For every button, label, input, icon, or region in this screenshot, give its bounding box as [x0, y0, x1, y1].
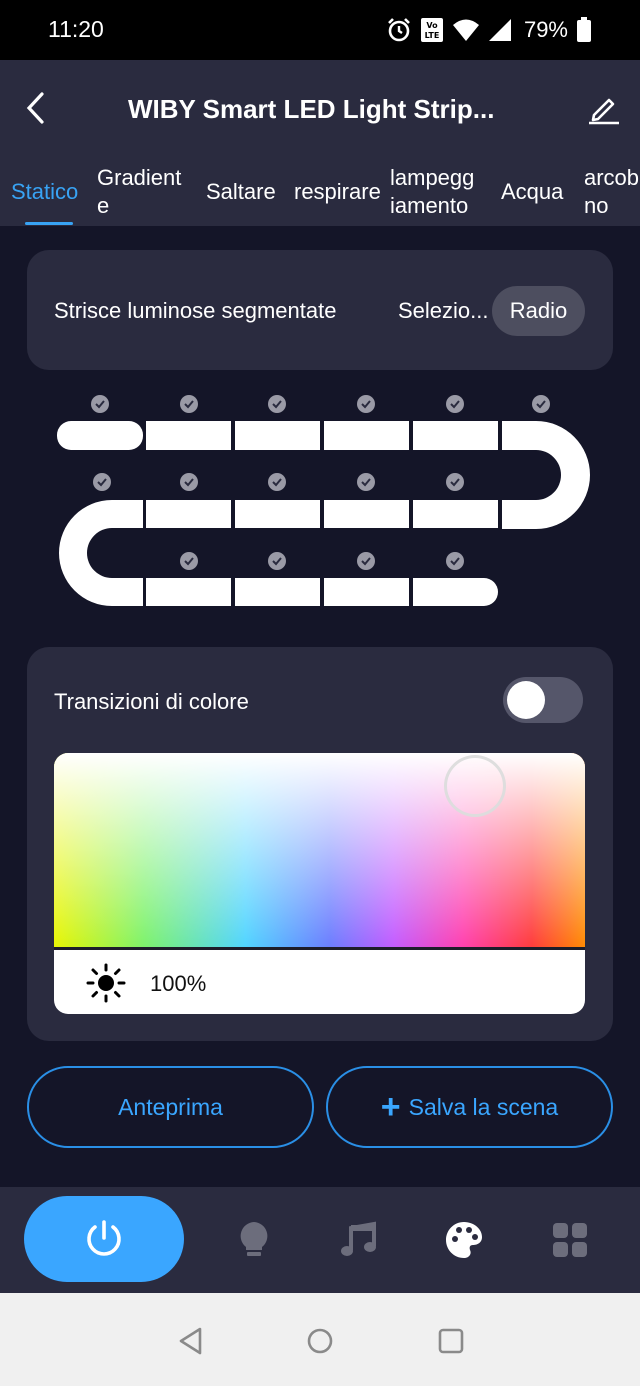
- app-header: WIBY Smart LED Light Strip...: [0, 60, 640, 156]
- color-card: Transizioni di colore 100%: [27, 647, 613, 1041]
- radio-button[interactable]: Radio: [492, 286, 585, 336]
- brightness-value[interactable]: 100%: [150, 971, 206, 997]
- color-picker-cursor[interactable]: [444, 755, 506, 817]
- power-icon: [87, 1220, 121, 1256]
- check-icon: [180, 552, 198, 570]
- edit-button[interactable]: [584, 88, 624, 128]
- check-icon: [93, 473, 111, 491]
- strip-segment[interactable]: [146, 578, 231, 606]
- status-icons: Vo LTE 79%: [386, 16, 592, 44]
- color-transitions-label: Transizioni di colore: [54, 689, 249, 714]
- strip-segment[interactable]: [235, 578, 320, 606]
- tab-statico[interactable]: Statico: [11, 178, 78, 206]
- strip-segment[interactable]: [146, 421, 231, 450]
- svg-text:LTE: LTE: [425, 31, 440, 40]
- check-icon: [180, 395, 198, 413]
- check-icon: [446, 395, 464, 413]
- check-icon: [180, 473, 198, 491]
- tab-gradiente[interactable]: Gradient e: [97, 164, 181, 220]
- strip-segment[interactable]: [57, 421, 143, 450]
- strip-segment[interactable]: [235, 500, 320, 528]
- strip-segment[interactable]: [413, 500, 498, 528]
- strip-curve-left: [59, 500, 143, 606]
- effect-tabs: Statico Gradient e Saltare respirare lam…: [0, 156, 640, 226]
- tab-saltare[interactable]: Saltare: [206, 178, 276, 206]
- strip-segment[interactable]: [324, 578, 409, 606]
- nav-grid[interactable]: [550, 1220, 590, 1260]
- check-icon: [268, 473, 286, 491]
- check-icon: [268, 395, 286, 413]
- signal-icon: [488, 19, 511, 41]
- strip-segment[interactable]: [324, 500, 409, 528]
- back-button[interactable]: [20, 88, 52, 128]
- tab-acqua[interactable]: Acqua: [501, 178, 563, 206]
- power-button[interactable]: [24, 1196, 184, 1282]
- nav-palette[interactable]: [444, 1220, 484, 1260]
- check-icon: [357, 552, 375, 570]
- alarm-icon: [388, 18, 410, 42]
- recents-square-icon[interactable]: [436, 1326, 466, 1356]
- tab-arcobaleno[interactable]: arcob no: [584, 164, 639, 220]
- active-tab-indicator: [25, 222, 73, 225]
- nav-music[interactable]: [338, 1220, 378, 1260]
- bottom-nav: [0, 1187, 640, 1293]
- bulb-icon: [240, 1222, 268, 1256]
- home-circle-icon[interactable]: [305, 1326, 335, 1356]
- led-strip-diagram: [57, 395, 590, 606]
- save-scene-button[interactable]: + Salva la scena: [326, 1066, 613, 1148]
- page-title: WIBY Smart LED Light Strip...: [128, 94, 495, 124]
- battery-icon: [577, 17, 591, 42]
- segment-card: Strisce luminose segmentate Selezio... R…: [27, 250, 613, 370]
- strip-segment[interactable]: [146, 500, 231, 528]
- strip-curve-right: [502, 421, 590, 529]
- preview-button[interactable]: Anteprima: [27, 1066, 314, 1148]
- volte-icon: Vo LTE: [420, 18, 443, 42]
- segment-strip-label: Strisce luminose segmentate: [54, 298, 337, 323]
- plus-icon: +: [380, 1088, 401, 1126]
- grid-icon: [553, 1223, 587, 1257]
- check-icon: [268, 552, 286, 570]
- strip-segment[interactable]: [324, 421, 409, 450]
- color-transitions-toggle[interactable]: [503, 677, 583, 723]
- toggle-knob: [507, 681, 545, 719]
- check-icon: [532, 395, 550, 413]
- chevron-left-icon: [26, 92, 44, 124]
- check-icon: [446, 473, 464, 491]
- strip-segment[interactable]: [235, 421, 320, 450]
- strip-segment[interactable]: [413, 421, 498, 450]
- back-triangle-icon[interactable]: [176, 1326, 206, 1356]
- system-nav-bar: [0, 1293, 640, 1386]
- picker-divider: [54, 947, 585, 950]
- status-bar: 11:20 Vo LTE 79%: [0, 0, 640, 60]
- svg-text:Vo: Vo: [426, 21, 438, 30]
- music-icon: [341, 1221, 376, 1256]
- wifi-icon: [452, 19, 479, 41]
- brightness-icon: [86, 963, 126, 1003]
- check-icon: [446, 552, 464, 570]
- nav-bulb[interactable]: [234, 1220, 274, 1260]
- check-icon: [357, 395, 375, 413]
- color-picker: 100%: [54, 753, 585, 1014]
- battery-percentage: 79%: [523, 17, 568, 42]
- strip-segment[interactable]: [413, 578, 498, 606]
- tab-lampeggiamento[interactable]: lampegg iamento: [390, 164, 474, 220]
- palette-icon: [446, 1222, 482, 1258]
- status-time: 11:20: [48, 16, 104, 42]
- check-icon: [357, 473, 375, 491]
- check-icon: [91, 395, 109, 413]
- tab-respirare[interactable]: respirare: [294, 178, 381, 206]
- select-all-button[interactable]: Selezio...: [398, 298, 492, 324]
- pencil-icon: [589, 98, 619, 125]
